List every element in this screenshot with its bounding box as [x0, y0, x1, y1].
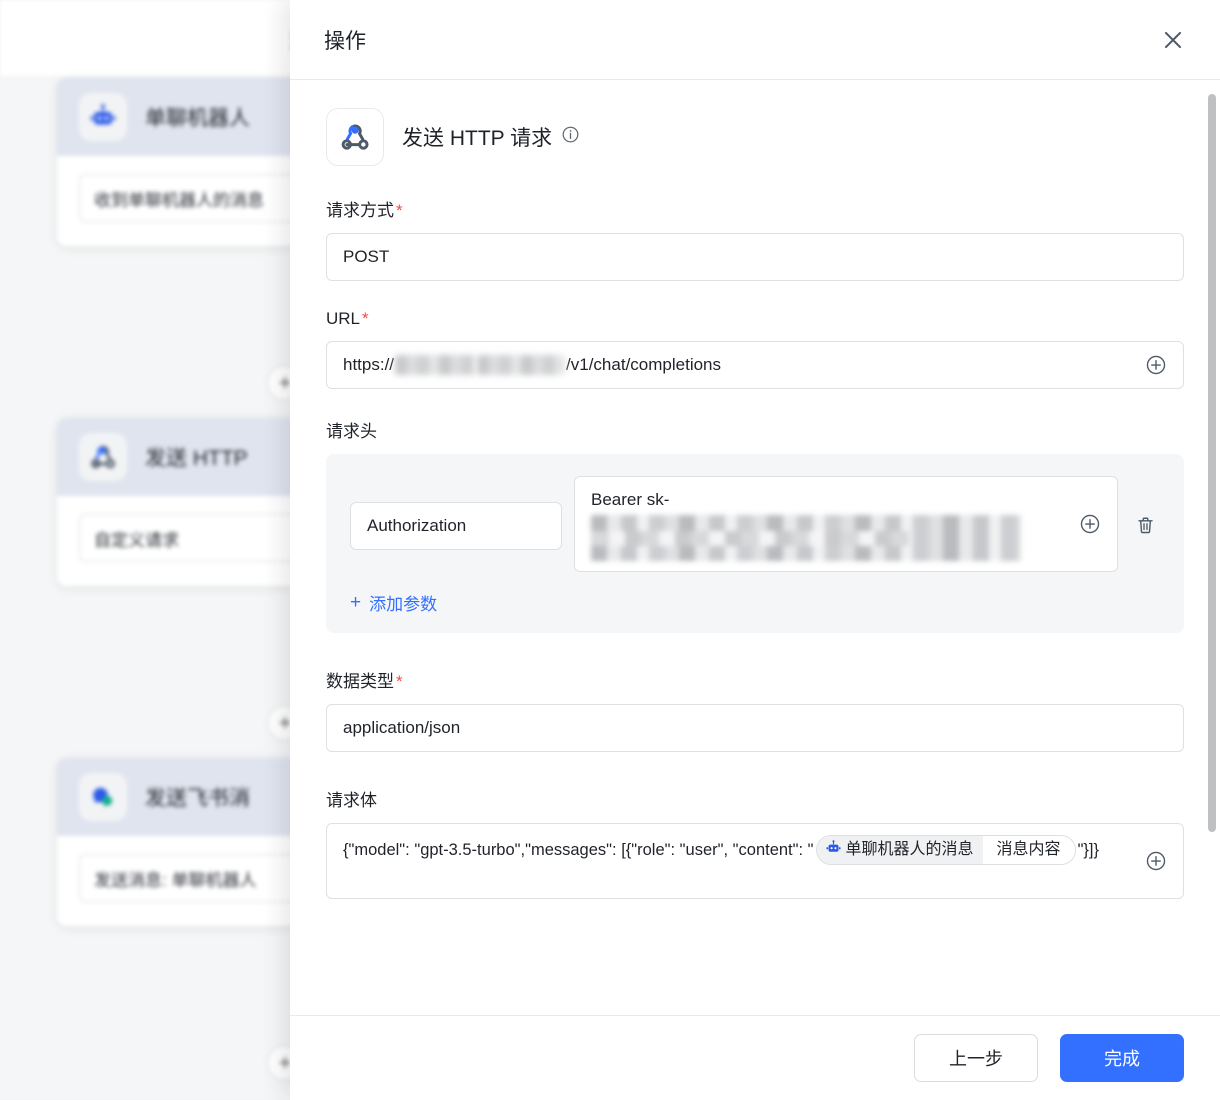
body-text-before: {"model": "gpt-3.5-turbo","messages": [{… [343, 841, 814, 859]
field-content-type-label-text: 数据类型 [326, 667, 394, 692]
robot-icon [825, 839, 842, 860]
url-suffix: /v1/chat/completions [566, 355, 721, 375]
field-url-label-text: URL [326, 309, 360, 329]
header-value-prefix: Bearer sk- [591, 489, 1065, 511]
header-value-input[interactable]: Bearer sk- [574, 476, 1118, 572]
modal-footer: 上一步 完成 [290, 1015, 1220, 1100]
required-marker: * [362, 309, 369, 329]
modal-scroll-area[interactable]: 发送 HTTP 请求 请求方式 * P [290, 80, 1220, 1015]
field-content-type: 数据类型 * application/json [326, 667, 1184, 752]
circle-plus-icon[interactable] [1145, 354, 1167, 376]
add-param-button[interactable]: + 添加参数 [350, 590, 437, 615]
field-headers-label-text: 请求头 [326, 417, 377, 442]
modal-title: 操作 [324, 25, 366, 55]
trash-icon[interactable] [1130, 510, 1160, 540]
previous-step-button[interactable]: 上一步 [914, 1034, 1038, 1082]
field-content-type-label: 数据类型 * [326, 667, 1184, 692]
url-input[interactable]: https:// /v1/chat/completions [326, 341, 1184, 389]
header-value-masked-token [591, 515, 1021, 561]
circle-plus-icon[interactable] [1145, 850, 1167, 872]
vertical-scrollbar[interactable] [1208, 94, 1216, 832]
method-value: POST [343, 247, 389, 267]
field-body-label: 请求体 [326, 786, 1184, 811]
add-param-label: 添加参数 [369, 590, 437, 615]
field-url-label: URL * [326, 309, 1184, 329]
action-name-text: 发送 HTTP 请求 [402, 122, 552, 152]
header-key-input[interactable]: Authorization [350, 502, 562, 550]
header-row: Authorization Bearer sk- [350, 476, 1160, 572]
field-method-label-text: 请求方式 [326, 196, 394, 221]
robot-icon [79, 93, 127, 141]
body-text-after: "}]} [1078, 841, 1099, 859]
field-body-label-text: 请求体 [326, 786, 377, 811]
content-type-value: application/json [343, 718, 460, 738]
workflow-card-title: 发送飞书消 [145, 782, 250, 812]
header-key-value: Authorization [367, 516, 466, 536]
field-method-label: 请求方式 * [326, 196, 1184, 221]
field-body: 请求体 {"model": "gpt-3.5-turbo","messages"… [326, 786, 1184, 899]
url-prefix: https:// [343, 355, 394, 375]
url-value: https:// /v1/chat/completions [343, 355, 721, 375]
modal-header: 操作 [290, 0, 1220, 80]
close-icon[interactable] [1156, 23, 1190, 57]
method-input[interactable]: POST [326, 233, 1184, 281]
chip-source: 单聊机器人的消息 [817, 836, 983, 864]
field-headers-label: 请求头 [326, 417, 1184, 442]
url-masked-host-part1 [395, 355, 475, 375]
action-name: 发送 HTTP 请求 [402, 122, 580, 152]
field-headers: 请求头 Authorization Bearer sk- [326, 417, 1184, 633]
action-summary: 发送 HTTP 请求 [326, 108, 1184, 166]
chip-source-label: 单聊机器人的消息 [846, 842, 974, 858]
done-button[interactable]: 完成 [1060, 1034, 1184, 1082]
info-icon[interactable] [561, 125, 580, 150]
headers-group: Authorization Bearer sk- [326, 454, 1184, 633]
plus-icon: + [350, 593, 361, 612]
field-method: 请求方式 * POST [326, 196, 1184, 281]
webhook-icon [79, 433, 127, 481]
url-masked-host-part2 [477, 355, 565, 375]
modal-content: 发送 HTTP 请求 请求方式 * P [290, 80, 1220, 899]
content-type-input[interactable]: application/json [326, 704, 1184, 752]
required-marker: * [396, 672, 403, 692]
required-marker: * [396, 201, 403, 221]
webhook-icon [326, 108, 384, 166]
workflow-card-title: 发送 HTTP [145, 442, 248, 472]
request-body-input[interactable]: {"model": "gpt-3.5-turbo","messages": [{… [326, 823, 1184, 899]
variable-chip[interactable]: 单聊机器人的消息 消息内容 [816, 835, 1076, 865]
chip-field-label: 消息内容 [983, 836, 1075, 864]
circle-plus-icon[interactable] [1079, 513, 1101, 535]
feishu-icon [79, 773, 127, 821]
field-url: URL * https:// /v1/chat/completions [326, 309, 1184, 389]
action-config-modal: 操作 [290, 0, 1220, 1100]
workflow-card-title: 单聊机器人 [145, 102, 250, 132]
